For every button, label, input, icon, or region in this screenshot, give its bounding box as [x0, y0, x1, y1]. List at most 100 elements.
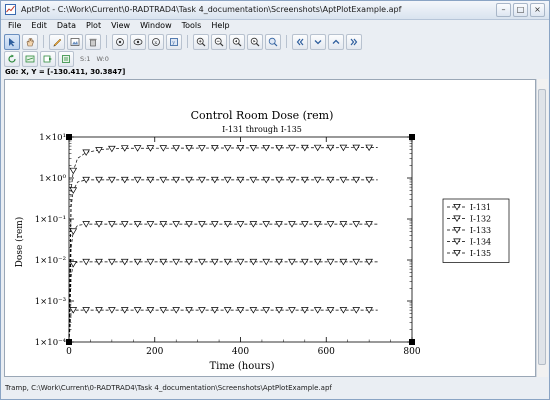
series-line — [68, 147, 378, 343]
maximize-button[interactable]: □ — [513, 3, 528, 17]
menu-bar: File Edit Data Plot View Window Tools He… — [3, 20, 235, 32]
series-marker — [133, 176, 142, 184]
zoom-in-button[interactable] — [193, 33, 209, 50]
zoom-in-icon — [196, 37, 206, 46]
svg-text:x: x — [154, 39, 157, 45]
zoom-fit-icon — [133, 38, 143, 45]
legend-label: I-131 — [470, 203, 491, 212]
y-tick-label: 1×10⁻² — [35, 256, 66, 266]
title-bar[interactable]: AptPlot - C:\Work\Current\0-RADTRAD4\Tas… — [1, 1, 549, 20]
pan-left-button[interactable] — [292, 33, 308, 50]
toolbar-separator — [106, 35, 107, 48]
close-button[interactable]: × — [530, 3, 545, 17]
redraw-button[interactable] — [22, 50, 38, 67]
legend-label: I-132 — [470, 215, 491, 224]
export-button[interactable] — [40, 50, 56, 67]
arrow-down-icon — [314, 39, 322, 44]
pointer-tool-button[interactable] — [4, 33, 20, 50]
menu-edit[interactable]: Edit — [26, 20, 52, 32]
refresh-button[interactable] — [4, 50, 20, 67]
series-marker — [223, 145, 232, 152]
legend-label: I-135 — [470, 249, 491, 258]
y-tick-label: 1×10⁻⁴ — [35, 338, 67, 348]
series-marker — [236, 221, 245, 228]
status-bar: Tramp, C:\Work\Current\0-RADTRAD4\Task 4… — [5, 384, 332, 392]
x-tick-label: 800 — [403, 347, 420, 357]
x-tick-label: 200 — [146, 347, 163, 357]
target-button[interactable] — [112, 33, 128, 50]
zoom-reset-icon — [268, 37, 278, 46]
menu-tools[interactable]: Tools — [177, 20, 207, 32]
menu-plot[interactable]: Plot — [81, 20, 106, 32]
zoom-x-button[interactable]: x — [148, 33, 164, 50]
series-marker — [262, 221, 271, 228]
series-marker — [326, 258, 335, 266]
series-marker — [146, 221, 155, 228]
w-indicator: W:0 — [96, 54, 109, 63]
s-indicator: S:1 — [80, 54, 91, 63]
menu-file[interactable]: File — [3, 20, 26, 32]
hand-tool-button[interactable] — [22, 33, 38, 50]
y-tick-label: 1×10⁰ — [39, 174, 66, 184]
trash-icon — [89, 38, 97, 46]
menu-view[interactable]: View — [106, 20, 135, 32]
series-marker — [249, 176, 258, 184]
zoom-right-icon — [250, 37, 260, 46]
x-tick-label: 0 — [66, 347, 72, 357]
x-tick-label: 600 — [318, 347, 335, 357]
series-line — [68, 309, 378, 343]
series-marker — [82, 258, 90, 266]
image-icon — [70, 37, 80, 46]
pan-down-button[interactable] — [310, 33, 326, 50]
settings-button[interactable] — [58, 50, 74, 67]
series-line — [68, 223, 378, 343]
series-line — [68, 261, 378, 343]
delete-button[interactable] — [85, 33, 101, 50]
series-marker — [198, 307, 206, 314]
series-marker — [262, 258, 271, 266]
window-title: AptPlot - C:\Work\Current\0-RADTRAD4\Tas… — [21, 5, 402, 14]
series-marker — [288, 176, 296, 184]
series-marker — [82, 149, 90, 156]
svg-text:y: y — [171, 40, 175, 46]
toolbar-separator — [187, 35, 188, 48]
series-marker — [352, 221, 361, 228]
dose-chart[interactable]: Control Room Dose (rem) I-131 through I-… — [5, 80, 535, 376]
main-toolbar: x y — [4, 33, 362, 50]
zoom-fit-button[interactable] — [130, 33, 146, 50]
pan-up-button[interactable] — [328, 33, 344, 50]
eye-target-icon — [116, 37, 124, 46]
x-tick-label: 400 — [232, 347, 249, 357]
series-marker — [146, 258, 155, 266]
scrollbar-thumb[interactable] — [538, 89, 546, 365]
vertical-scrollbar[interactable] — [536, 79, 548, 377]
series-marker — [82, 221, 90, 228]
chart-subtitle: I-131 through I-135 — [222, 125, 302, 134]
series-marker — [108, 145, 116, 153]
series-marker — [108, 307, 116, 314]
menu-data[interactable]: Data — [52, 20, 81, 32]
zoom-left-button[interactable] — [229, 33, 245, 50]
chart-layer: 1×10⁻⁴ 1×10⁻³ 1×10⁻² 1×10⁻¹ 1×10⁰ 1×10¹ 0 200 40… — [35, 133, 510, 357]
zoom-reset-button[interactable] — [265, 33, 281, 50]
pencil-icon — [53, 38, 62, 46]
plot-canvas[interactable]: Control Room Dose (rem) I-131 through I-… — [4, 79, 536, 377]
image-button[interactable] — [67, 33, 83, 50]
series-marker — [313, 144, 322, 152]
zoom-out-button[interactable] — [211, 33, 227, 50]
menu-window[interactable]: Window — [135, 20, 177, 32]
toolbar-separator — [43, 35, 44, 48]
series-marker — [172, 258, 181, 266]
export-icon — [43, 55, 52, 62]
menu-help[interactable]: Help — [206, 20, 234, 32]
pan-right-button[interactable] — [346, 33, 362, 50]
series-marker — [223, 307, 232, 314]
series-marker — [172, 221, 181, 228]
minimize-button[interactable]: – — [496, 3, 511, 17]
toolbar-separator — [286, 35, 287, 48]
zoom-y-button[interactable]: y — [166, 33, 182, 50]
zoom-right-button[interactable] — [247, 33, 263, 50]
zoom-x-icon: x — [152, 37, 160, 46]
draw-button[interactable] — [49, 33, 65, 50]
arrow-up-icon — [332, 39, 340, 44]
